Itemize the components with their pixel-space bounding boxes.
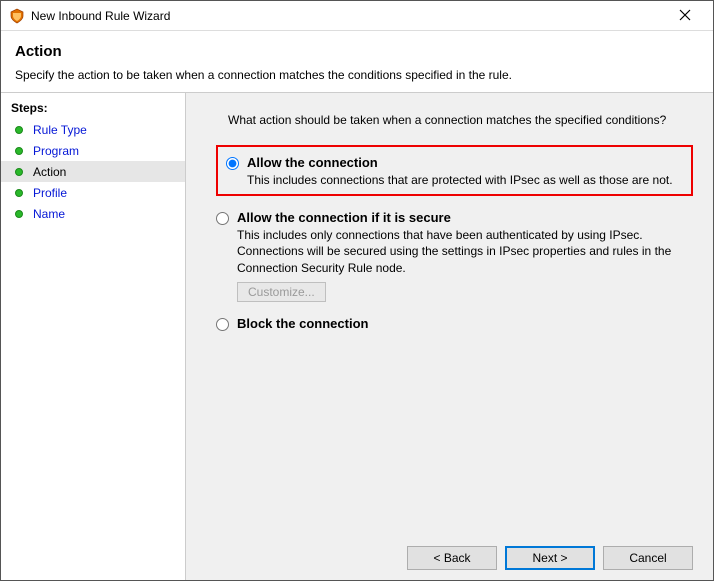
step-bullet-icon bbox=[15, 210, 23, 218]
wizard-body: Steps: Rule Type Program Action Profile … bbox=[1, 93, 713, 580]
step-bullet-icon bbox=[15, 126, 23, 134]
highlighted-selection: Allow the connection This includes conne… bbox=[216, 145, 693, 196]
option-block[interactable]: Block the connection bbox=[216, 316, 693, 333]
step-program[interactable]: Program bbox=[1, 140, 185, 161]
steps-sidebar: Steps: Rule Type Program Action Profile … bbox=[1, 93, 186, 580]
wizard-footer: < Back Next > Cancel bbox=[206, 536, 693, 570]
step-rule-type[interactable]: Rule Type bbox=[1, 119, 185, 140]
radio-allow[interactable] bbox=[226, 157, 239, 170]
next-button[interactable]: Next > bbox=[505, 546, 595, 570]
option-block-title: Block the connection bbox=[237, 316, 693, 331]
option-allow-body: Allow the connection This includes conne… bbox=[247, 155, 683, 188]
window-title: New Inbound Rule Wizard bbox=[31, 9, 665, 23]
step-label: Action bbox=[33, 165, 66, 179]
option-allow-secure[interactable]: Allow the connection if it is secure Thi… bbox=[216, 210, 693, 302]
page-title: Action bbox=[15, 43, 699, 60]
back-button[interactable]: < Back bbox=[407, 546, 497, 570]
app-icon bbox=[9, 8, 25, 24]
wizard-window: New Inbound Rule Wizard Action Specify t… bbox=[0, 0, 714, 581]
action-question: What action should be taken when a conne… bbox=[228, 113, 693, 127]
main-panel: What action should be taken when a conne… bbox=[186, 93, 713, 580]
step-label: Rule Type bbox=[33, 123, 87, 137]
cancel-button[interactable]: Cancel bbox=[603, 546, 693, 570]
option-allow-desc: This includes connections that are prote… bbox=[247, 172, 683, 188]
page-subtitle: Specify the action to be taken when a co… bbox=[15, 68, 699, 82]
customize-button: Customize... bbox=[237, 282, 326, 302]
step-bullet-icon bbox=[15, 189, 23, 197]
action-options: Allow the connection This includes conne… bbox=[216, 145, 693, 347]
option-allow[interactable]: Allow the connection This includes conne… bbox=[226, 155, 683, 188]
step-name[interactable]: Name bbox=[1, 203, 185, 224]
option-allow-secure-title: Allow the connection if it is secure bbox=[237, 210, 693, 225]
step-action[interactable]: Action bbox=[1, 161, 185, 182]
close-button[interactable] bbox=[665, 8, 705, 24]
steps-label: Steps: bbox=[1, 101, 185, 119]
step-label: Program bbox=[33, 144, 79, 158]
step-label: Name bbox=[33, 207, 65, 221]
radio-block[interactable] bbox=[216, 318, 229, 331]
step-bullet-icon bbox=[15, 168, 23, 176]
page-header: Action Specify the action to be taken wh… bbox=[1, 31, 713, 93]
option-allow-title: Allow the connection bbox=[247, 155, 683, 170]
option-allow-secure-body: Allow the connection if it is secure Thi… bbox=[237, 210, 693, 302]
option-block-body: Block the connection bbox=[237, 316, 693, 333]
step-bullet-icon bbox=[15, 147, 23, 155]
step-profile[interactable]: Profile bbox=[1, 182, 185, 203]
step-label: Profile bbox=[33, 186, 67, 200]
titlebar: New Inbound Rule Wizard bbox=[1, 1, 713, 31]
radio-allow-secure[interactable] bbox=[216, 212, 229, 225]
option-allow-secure-desc: This includes only connections that have… bbox=[237, 227, 693, 276]
